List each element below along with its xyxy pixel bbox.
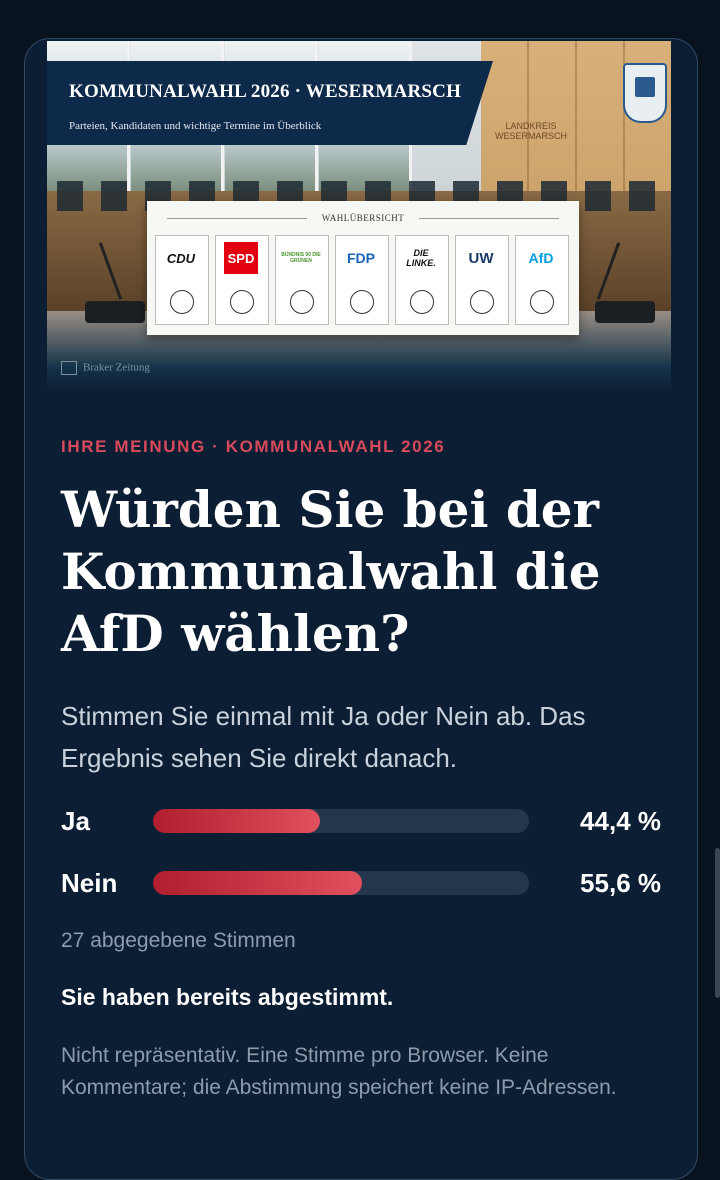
party-spd: SPD (215, 235, 269, 325)
party-fdp: FDP (335, 235, 389, 325)
publisher-name: Braker Zeitung (83, 361, 150, 374)
result-bar-fill (153, 809, 320, 833)
ballot-heading: WAHLÜBERSICHT (321, 213, 405, 223)
option-percent: 44,4 % (580, 806, 661, 836)
ballot-circle-icon (350, 290, 374, 314)
poll-question: Würden Sie bei der Kommunalwahl die AfD … (61, 480, 601, 663)
ballot-circle-icon (530, 290, 554, 314)
scrollbar[interactable] (715, 848, 720, 998)
ballot-circle-icon (470, 290, 494, 314)
ballot-sheet: WAHLÜBERSICHT CDU SPD BÜNDNIS 90 DIE GRÜ… (147, 201, 579, 335)
party-logo: DIE LINKE. (406, 248, 436, 268)
party-logo: UW (468, 249, 494, 267)
hero-image: LANDKREIS WESERMARSCH KOMMUNALWAHL 2026 … (47, 41, 671, 393)
result-row-ja: Ja 44,4 % (61, 801, 661, 841)
ballot-circle-icon (290, 290, 314, 314)
vote-status: Sie haben bereits abgestimmt. (61, 984, 394, 1010)
ballot-circle-icon (230, 290, 254, 314)
party-logo: SPD (224, 242, 258, 274)
poll-intro: Stimmen Sie einmal mit Ja oder Nein ab. … (61, 701, 586, 773)
result-row-nein: Nein 55,6 % (61, 863, 661, 903)
party-logo: CDU (166, 250, 196, 266)
result-bar-track (153, 809, 529, 833)
party-afd: AfD (515, 235, 569, 325)
microphone-icon (595, 301, 655, 323)
hero-title-box (47, 61, 493, 145)
hero-title: KOMMUNALWAHL 2026 · WESERMARSCH (69, 81, 462, 102)
wall-sign: LANDKREIS WESERMARSCH (494, 121, 567, 141)
microphone-icon (85, 301, 145, 323)
option-label: Ja (61, 806, 90, 836)
option-percent: 55,6 % (580, 868, 661, 898)
result-bar-track (153, 871, 529, 895)
ballot-circle-icon (410, 290, 434, 314)
hero-subtitle: Parteien, Kandidaten und wichtige Termin… (69, 120, 322, 132)
vote-count: 27 abgegebene Stimmen (61, 929, 296, 952)
party-cdu: CDU (155, 235, 209, 325)
poll-kicker: IHRE MEINUNG · KOMMUNALWAHL 2026 (61, 437, 446, 456)
newspaper-logo-icon (61, 361, 77, 375)
publisher-watermark: Braker Zeitung (61, 361, 150, 375)
party-logo: FDP (347, 250, 375, 266)
party-logo: BÜNDNIS 90 DIE GRÜNEN (281, 252, 321, 264)
party-logo: AfD (528, 250, 554, 266)
party-linke: DIE LINKE. (395, 235, 449, 325)
party-uw: UW (455, 235, 509, 325)
party-gruene: BÜNDNIS 90 DIE GRÜNEN (275, 235, 329, 325)
poll-disclaimer: Nicht repräsentativ. Eine Stimme pro Bro… (61, 1044, 617, 1099)
poll-card: LANDKREIS WESERMARSCH KOMMUNALWAHL 2026 … (24, 38, 698, 1180)
ballot-circle-icon (170, 290, 194, 314)
coat-of-arms-icon (623, 63, 667, 123)
result-bar-fill (153, 871, 363, 895)
option-label: Nein (61, 868, 118, 898)
